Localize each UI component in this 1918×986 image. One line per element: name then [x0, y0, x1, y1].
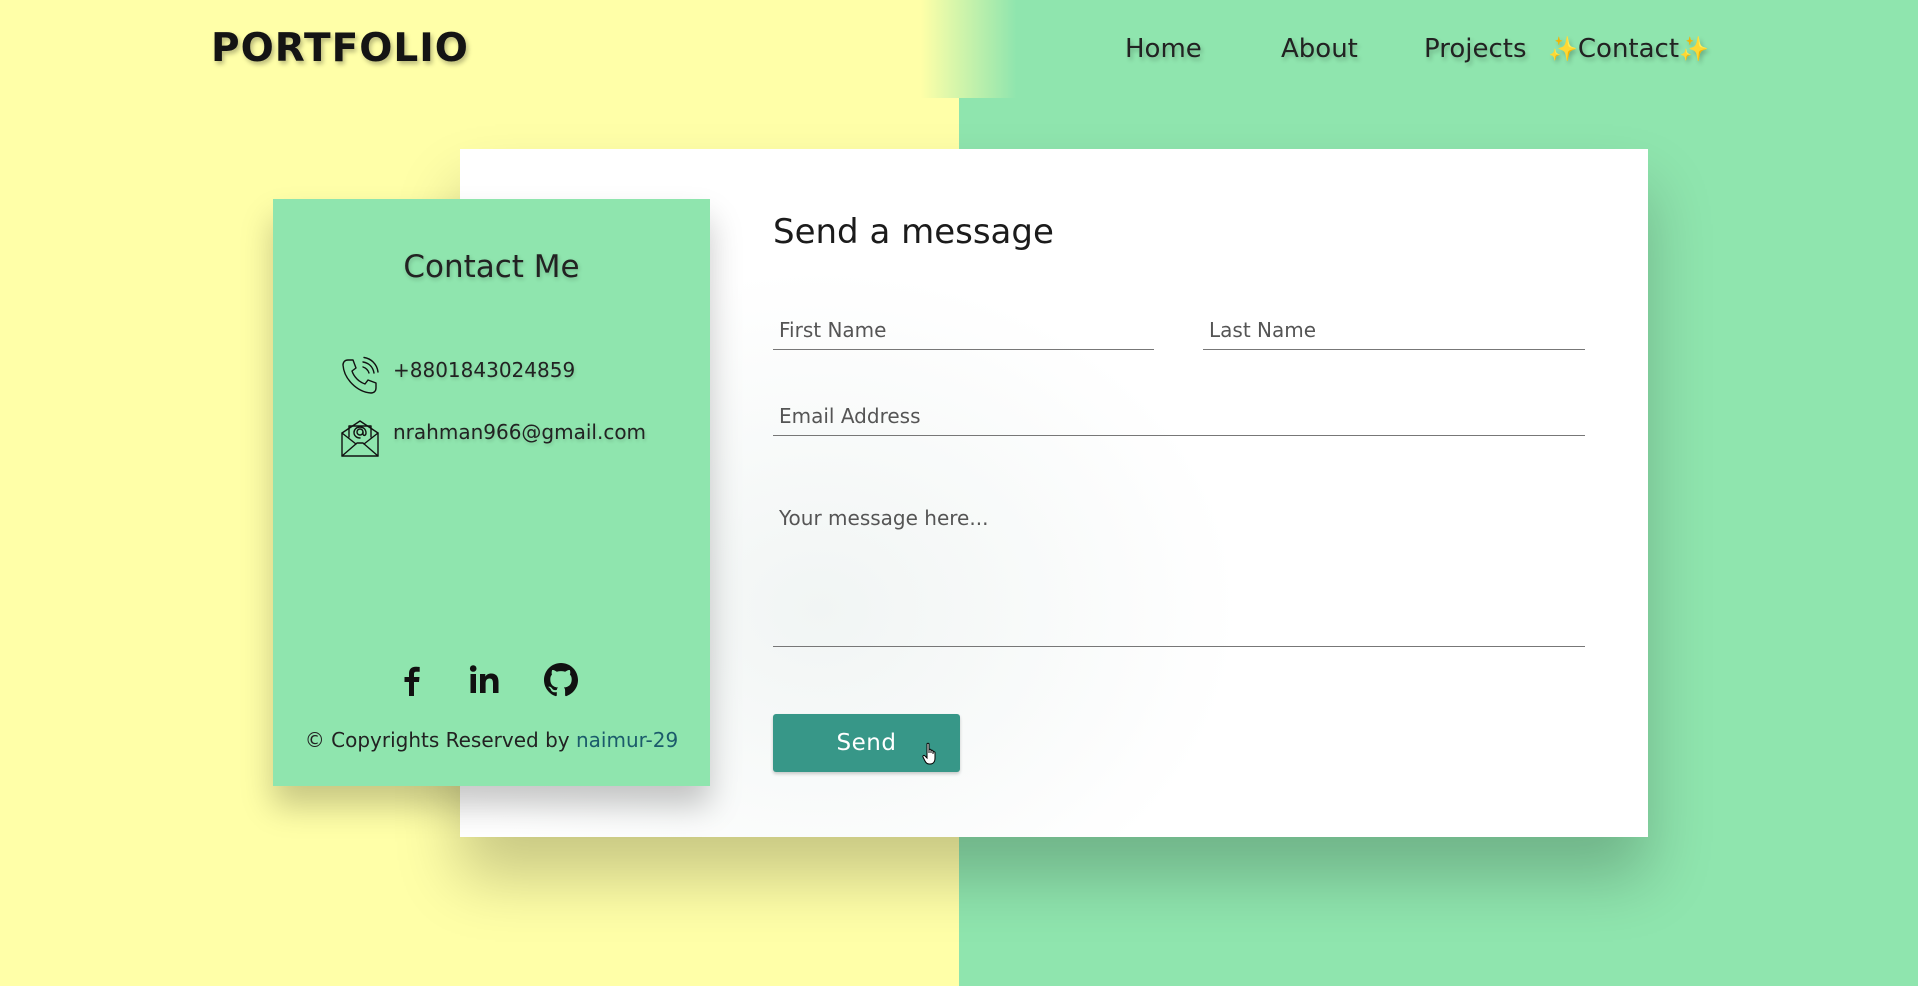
first-name-input[interactable]: [773, 310, 1154, 350]
facebook-icon[interactable]: [392, 660, 432, 700]
linkedin-icon[interactable]: [465, 660, 505, 700]
email-input[interactable]: [773, 396, 1585, 436]
phone-number[interactable]: +8801843024859: [393, 358, 575, 382]
message-textarea[interactable]: [773, 496, 1585, 647]
sparkle-icon: ✨: [1679, 35, 1709, 63]
nav-contact-link[interactable]: ✨Contact✨: [1548, 34, 1709, 64]
copyright-text: © Copyrights Reserved by naimur-29: [273, 728, 710, 752]
form-title: Send a message: [773, 212, 1054, 252]
main-nav: Home About Projects ✨Contact✨: [0, 34, 1918, 70]
nav-about-link[interactable]: About: [1281, 34, 1358, 64]
author-link[interactable]: naimur-29: [576, 728, 678, 752]
nav-home-link[interactable]: Home: [1125, 34, 1202, 64]
contact-info-panel: Contact Me +8801843024859 nrahman966@gma…: [273, 199, 710, 786]
nav-projects-link[interactable]: Projects: [1424, 34, 1527, 64]
contact-info-title: Contact Me: [403, 249, 580, 285]
nav-contact-label: Contact: [1577, 34, 1680, 64]
social-links: [273, 660, 710, 700]
site-header: PORTFOLIO Home About Projects ✨Contact✨: [0, 0, 1918, 98]
last-name-input[interactable]: [1203, 310, 1585, 350]
email-address[interactable]: nrahman966@gmail.com: [393, 420, 646, 444]
email-icon: [341, 420, 379, 457]
hand-cursor-icon: [922, 742, 936, 765]
phone-icon: [342, 356, 379, 394]
copyright-prefix: © Copyrights Reserved by: [304, 728, 570, 752]
github-icon[interactable]: [541, 660, 581, 700]
sparkle-icon: ✨: [1548, 35, 1578, 63]
